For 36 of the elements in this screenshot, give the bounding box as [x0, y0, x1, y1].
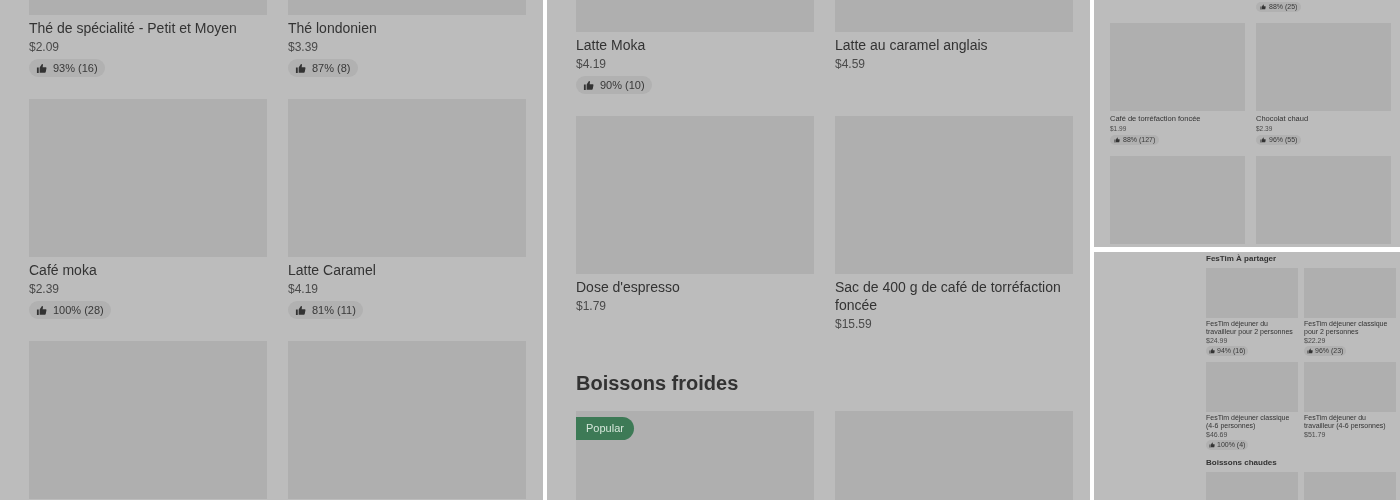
menu-item-title[interactable]: Thé de spécialité - Petit et Moyen: [29, 19, 267, 37]
thumbs-up-icon: [1114, 137, 1120, 143]
rating-text: 90% (10): [600, 78, 645, 92]
thumbs-up-icon: [295, 62, 306, 74]
menu-item-price: $2.09: [29, 39, 61, 55]
menu-item-price: $15.59: [835, 316, 873, 332]
menu-item-title[interactable]: Thé londonien: [288, 19, 526, 37]
menu-item-title[interactable]: Latte Caramel: [288, 261, 526, 279]
section-heading: Boissons froides: [576, 371, 740, 396]
menu-item-price: $4.59: [835, 56, 867, 72]
rating-text: 81% (11): [312, 303, 356, 317]
popular-tag: Popular: [576, 417, 634, 440]
menu-item-title[interactable]: Dose d'espresso: [576, 278, 814, 296]
thumbs-up-icon: [36, 304, 47, 316]
thumbs-up-icon: [36, 62, 47, 74]
menu-item-price: $4.19: [288, 281, 320, 297]
rating-text: 100% (28): [53, 303, 104, 317]
thumbs-up-icon: [1260, 4, 1266, 10]
thumbs-up-icon: [1307, 348, 1313, 354]
thumbs-up-icon: [1209, 442, 1215, 448]
thumbs-up-icon: [583, 79, 594, 91]
menu-item-title[interactable]: Sac de 400 g de café de torréfaction foncée: [835, 278, 1073, 314]
menu-item-price: $1.79: [576, 298, 608, 314]
thumbs-up-icon: [1260, 137, 1266, 143]
rating-text: 93% (16): [53, 61, 98, 75]
menu-item-title[interactable]: Latte Moka: [576, 36, 814, 54]
section-heading: Boissons chaudes: [1206, 458, 1278, 468]
section-heading: FesTim À partager: [1206, 254, 1278, 264]
menu-item-price: $2.39: [29, 281, 61, 297]
thumbs-up-icon: [1209, 348, 1215, 354]
rating-text: 87% (8): [312, 61, 351, 75]
menu-item-price: $3.39: [288, 39, 320, 55]
thumbs-up-icon: [295, 304, 306, 316]
menu-item-price: $4.19: [576, 56, 608, 72]
menu-item-title[interactable]: Café moka: [29, 261, 267, 279]
menu-item-title[interactable]: Latte au caramel anglais: [835, 36, 1073, 54]
